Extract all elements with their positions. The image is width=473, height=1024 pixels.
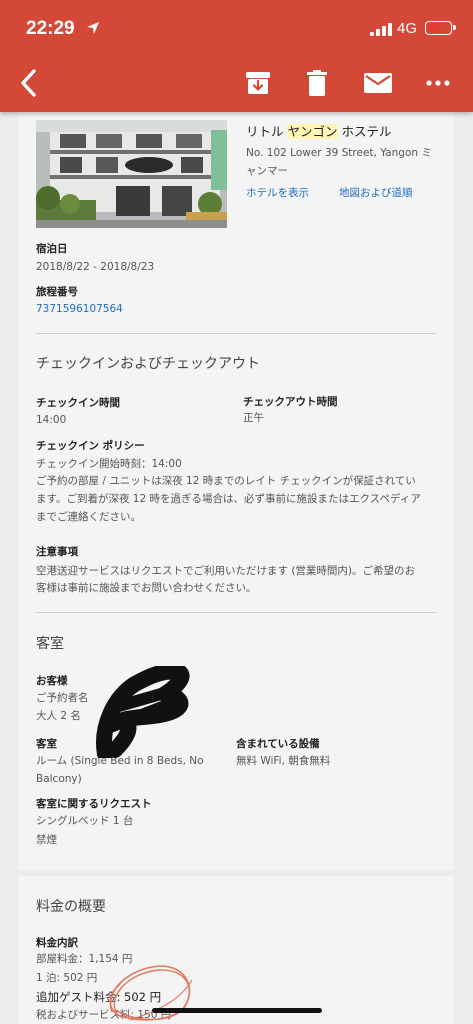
section-divider bbox=[36, 333, 436, 334]
checkin-time-value: 14:00 bbox=[36, 414, 67, 426]
notes-line-1: 空港送迎サービスはリクエストでご利用いただけます (営業時間内)。ご希望のお bbox=[36, 565, 416, 577]
itinerary-number-link[interactable]: 7371596107564 bbox=[36, 300, 123, 318]
checkout-time-label: チェックアウト時間 bbox=[243, 396, 338, 408]
more-horizontal-icon bbox=[426, 80, 450, 86]
room-request-line-1: シングルベッド 1 台 bbox=[36, 815, 134, 827]
email-body[interactable]: リトル ヤンゴン ホステル No. 102 Lower 39 Street, Y… bbox=[18, 112, 454, 1024]
cellular-signal-icon bbox=[370, 22, 392, 36]
redaction-scribble bbox=[96, 666, 190, 758]
room-section-title: 客室 bbox=[36, 636, 64, 652]
back-button[interactable] bbox=[10, 64, 48, 102]
stay-dates-value: 2018/8/22 - 2018/8/23 bbox=[36, 261, 155, 273]
checkin-policy-line-3: ます。ご到着が深夜 12 時を過ぎる場合は、必ず事前に施設またはエクスペディア bbox=[36, 493, 421, 505]
checkin-time-label: チェックイン時間 bbox=[36, 397, 120, 409]
network-type: 4G bbox=[397, 20, 418, 37]
red-circle-annotation bbox=[109, 965, 193, 1021]
hotel-photo[interactable] bbox=[36, 120, 227, 228]
hotel-building-image bbox=[36, 120, 227, 228]
top-app-bar: 22:29 4G bbox=[0, 0, 473, 112]
stay-dates-label: 宿泊日 bbox=[36, 243, 68, 255]
checkin-policy-label: チェックイン ポリシー bbox=[36, 440, 145, 452]
room-request-line-2: 禁煙 bbox=[36, 834, 57, 846]
checkin-policy-line-4: までご連絡ください。 bbox=[36, 511, 141, 523]
status-bar: 22:29 4G bbox=[0, 0, 473, 58]
guest-count: 大人 2 名 bbox=[36, 710, 81, 722]
home-indicator[interactable] bbox=[152, 1008, 322, 1013]
price-breakdown-label: 料金内訳 bbox=[36, 937, 78, 949]
itinerary-number-label: 旅程番号 bbox=[36, 286, 78, 298]
guest-name-label: ご予約者名 bbox=[36, 692, 89, 704]
room-request-label: 客室に関するリクエスト bbox=[36, 798, 152, 810]
archive-button[interactable] bbox=[240, 64, 276, 102]
card-gap bbox=[18, 870, 454, 876]
delete-button[interactable] bbox=[300, 64, 334, 102]
mail-icon bbox=[364, 73, 392, 93]
room-type-line-2: Balcony) bbox=[36, 773, 82, 785]
checkin-section-title: チェックインおよびチェックアウト bbox=[36, 356, 260, 372]
guest-label: お客様 bbox=[36, 675, 68, 687]
map-directions-link[interactable]: 地図および道順 bbox=[339, 185, 413, 200]
notes-label: 注意事項 bbox=[36, 546, 78, 558]
more-options-button[interactable] bbox=[420, 64, 456, 102]
notes-line-2: 客様は事前に施設までお問い合わせください。 bbox=[36, 582, 257, 594]
amenities-value: 無料 WiFi, 朝食無料 bbox=[236, 755, 331, 767]
checkin-policy-line-2: ご予約の部屋 / ユニットは深夜 12 時までのレイト チェックインが保証されて… bbox=[36, 475, 416, 487]
hotel-name: リトル ヤンゴン ホステル bbox=[246, 121, 391, 140]
amenities-label: 含まれている設備 bbox=[236, 738, 320, 750]
hotel-name-highlight: ヤンゴン bbox=[287, 124, 338, 139]
location-arrow-icon bbox=[87, 22, 99, 34]
back-arrow-icon bbox=[21, 69, 36, 97]
section-divider bbox=[36, 612, 436, 613]
checkout-time-value: 正午 bbox=[243, 412, 264, 424]
checkin-policy-line-1: チェックイン開始時刻：14:00 bbox=[36, 458, 182, 470]
archive-icon bbox=[246, 72, 270, 94]
price-section-title: 料金の概要 bbox=[36, 899, 106, 915]
trash-icon bbox=[307, 70, 327, 96]
view-hotel-link[interactable]: ホテルを表示 bbox=[246, 185, 309, 200]
hotel-name-prefix: リトル bbox=[246, 124, 288, 139]
mark-unread-button[interactable] bbox=[360, 64, 396, 102]
room-label: 客室 bbox=[36, 738, 57, 750]
status-time: 22:29 bbox=[26, 18, 75, 39]
hotel-name-suffix: ホステル bbox=[337, 124, 392, 139]
hotel-address: No. 102 Lower 39 Street, Yangon ミャンマー bbox=[246, 147, 432, 177]
per-night-charge: 1 泊: 502 円 bbox=[36, 972, 98, 984]
battery-icon bbox=[425, 21, 456, 35]
